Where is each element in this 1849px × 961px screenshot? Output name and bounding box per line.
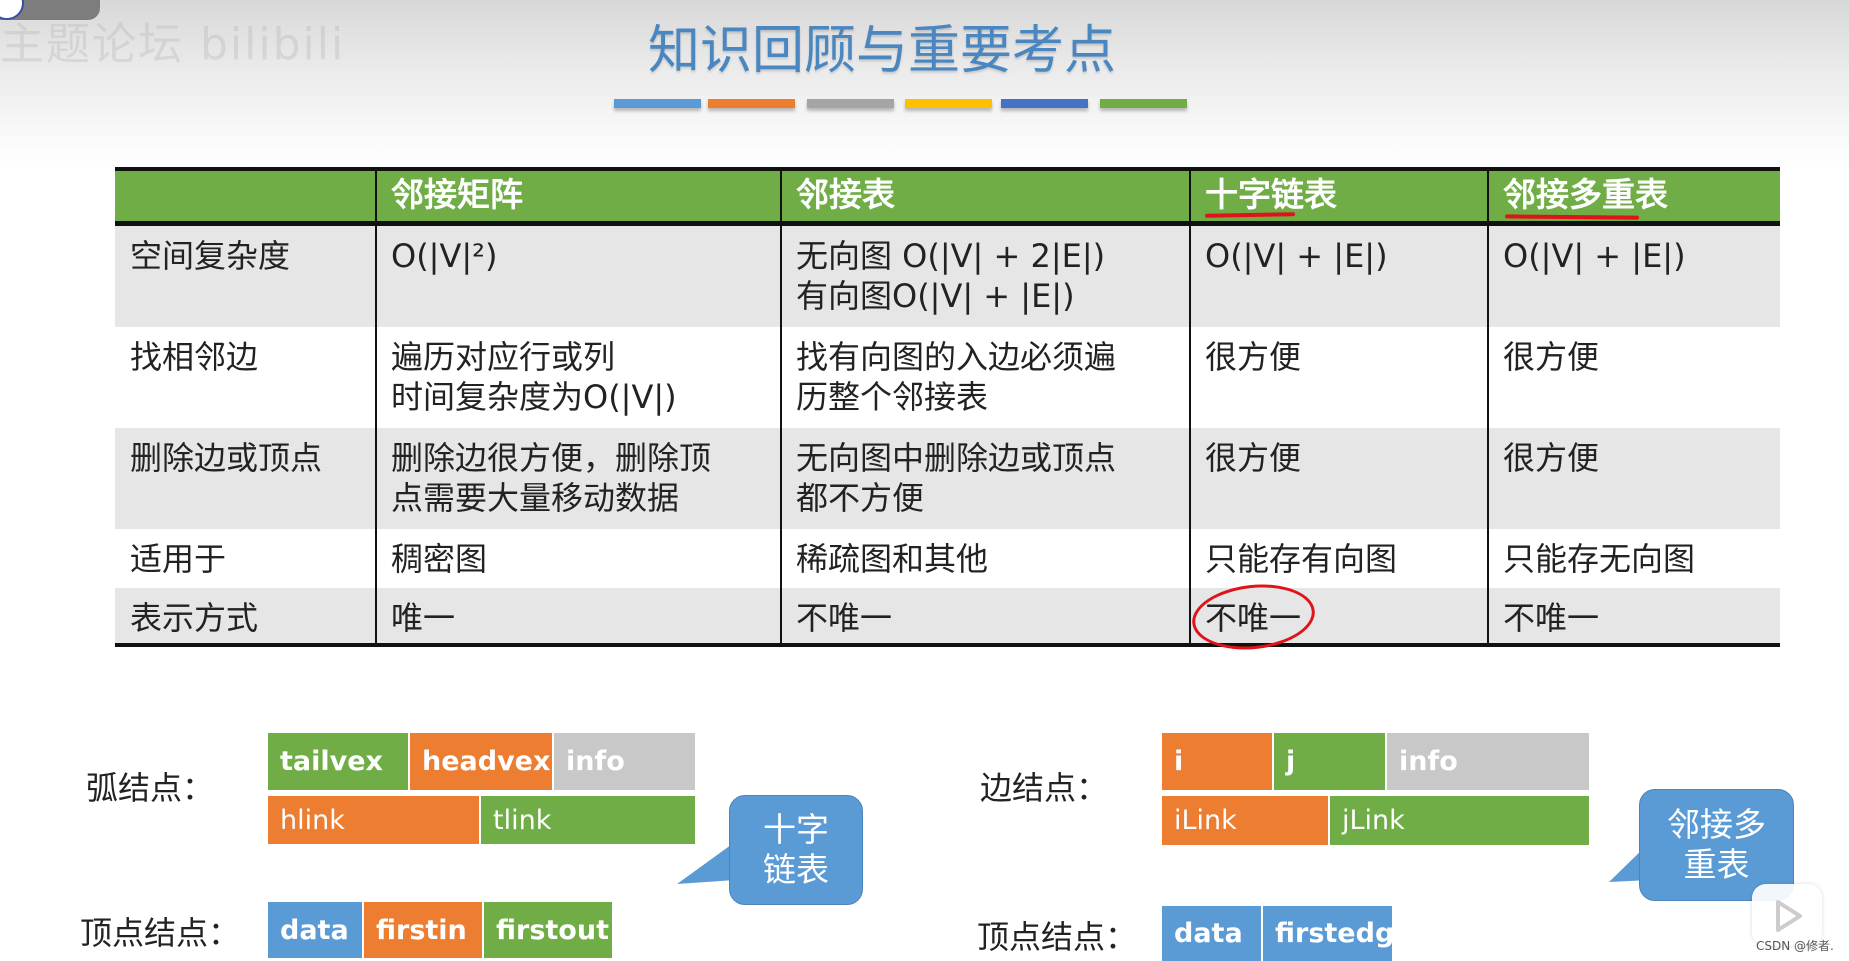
field-i: i bbox=[1162, 733, 1272, 790]
table-cell: 唯一 bbox=[391, 599, 456, 637]
table-cell: 只能存有向图 bbox=[1205, 540, 1398, 578]
table-row-suitable-for: 适用于 稠密图 稀疏图和其他 只能存有向图 只能存无向图 bbox=[115, 529, 1780, 588]
row-label: 找相邻边 bbox=[130, 338, 259, 376]
row-label: 空间复杂度 bbox=[130, 237, 291, 275]
table-bottom-border bbox=[115, 643, 1780, 647]
field-j: j bbox=[1274, 733, 1385, 790]
row-label: 表示方式 bbox=[130, 599, 259, 637]
csdn-watermark: CSDN @修者. bbox=[1756, 939, 1834, 953]
column-divider bbox=[780, 167, 782, 645]
table-cell: 无向图 O(|V| + 2|E|) 有向图O(|V| + |E|) bbox=[796, 237, 1106, 315]
color-bar bbox=[614, 99, 701, 108]
callout-orthogonal-list: 十字 链表 bbox=[729, 795, 863, 905]
edge-node-label: 边结点： bbox=[980, 769, 1109, 807]
table-row-find-adjacent: 找相邻边 遍历对应行或列 时间复杂度为O(|V|) 找有向图的入边必须遍 历整个… bbox=[115, 327, 1780, 428]
table-cell: 不唯一 bbox=[1503, 599, 1600, 637]
color-bar bbox=[1100, 99, 1187, 108]
field-jlink: jLink bbox=[1330, 796, 1589, 845]
table-cell: 只能存无向图 bbox=[1503, 540, 1696, 578]
vertex-node-label: 顶点结点： bbox=[80, 914, 241, 952]
color-bar bbox=[807, 99, 894, 108]
table-row-representation: 表示方式 唯一 不唯一 不唯一 不唯一 bbox=[115, 588, 1780, 645]
comparison-table: 邻接矩阵 邻接表 十字链表 邻接多重表 空间复杂度 O(|V|²) 无向图 O(… bbox=[115, 167, 1780, 656]
color-bar bbox=[1001, 99, 1088, 108]
table-row-space-complexity: 空间复杂度 O(|V|²) 无向图 O(|V| + 2|E|) 有向图O(|V|… bbox=[115, 226, 1780, 327]
field-data: data bbox=[268, 902, 362, 958]
column-divider bbox=[1487, 167, 1489, 645]
field-ilink: iLink bbox=[1162, 796, 1328, 845]
field-data: data bbox=[1162, 906, 1261, 961]
table-cell: 很方便 bbox=[1503, 439, 1600, 477]
slide-title: 知识回顾与重要考点 bbox=[647, 21, 1116, 81]
row-label: 删除边或顶点 bbox=[130, 439, 323, 477]
table-cell: 无向图中删除边或顶点 都不方便 bbox=[796, 439, 1117, 517]
field-tailvex: tailvex bbox=[268, 733, 408, 790]
field-firstedge: firstedge bbox=[1263, 906, 1413, 961]
table-cell: O(|V| + |E|) bbox=[1503, 237, 1686, 275]
table-cell: 很方便 bbox=[1503, 338, 1600, 376]
table-cell: 很方便 bbox=[1205, 439, 1302, 477]
table-cell: 稀疏图和其他 bbox=[796, 540, 989, 578]
field-headvex: headvex bbox=[410, 733, 552, 790]
vertex-node-label: 顶点结点： bbox=[977, 918, 1138, 956]
field-firstin: firstin bbox=[364, 902, 482, 958]
header-adjacency-list: 邻接表 bbox=[796, 175, 895, 214]
field-tlink: tlink bbox=[481, 796, 695, 844]
color-bar bbox=[708, 99, 795, 108]
table-cell: 不唯一 bbox=[796, 599, 893, 637]
header-adjacency-multilist: 邻接多重表 bbox=[1503, 175, 1668, 214]
column-divider bbox=[1189, 167, 1191, 645]
arc-node-label: 弧结点： bbox=[86, 769, 215, 807]
table-cell: O(|V|²) bbox=[391, 237, 498, 275]
table-cell: O(|V| + |E|) bbox=[1205, 237, 1388, 275]
row-label: 适用于 bbox=[130, 540, 227, 578]
color-bar bbox=[905, 99, 992, 108]
field-info: info bbox=[554, 733, 695, 790]
table-cell: 遍历对应行或列 时间复杂度为O(|V|) bbox=[391, 338, 677, 416]
table-cell: 删除边很方便，删除顶 点需要大量移动数据 bbox=[391, 439, 712, 517]
table-cell: 很方便 bbox=[1205, 338, 1302, 376]
field-info: info bbox=[1387, 733, 1589, 790]
field-hlink: hlink bbox=[268, 796, 479, 844]
header-cell-empty bbox=[115, 171, 376, 221]
column-divider bbox=[375, 167, 377, 645]
header-adjacency-matrix: 邻接矩阵 bbox=[391, 175, 523, 214]
table-cell: 找有向图的入边必须遍 历整个邻接表 bbox=[796, 338, 1117, 416]
table-row-delete: 删除边或顶点 删除边很方便，删除顶 点需要大量移动数据 无向图中删除边或顶点 都… bbox=[115, 428, 1780, 529]
field-firstout: firstout bbox=[484, 902, 612, 958]
table-cell: 稠密图 bbox=[391, 540, 488, 578]
